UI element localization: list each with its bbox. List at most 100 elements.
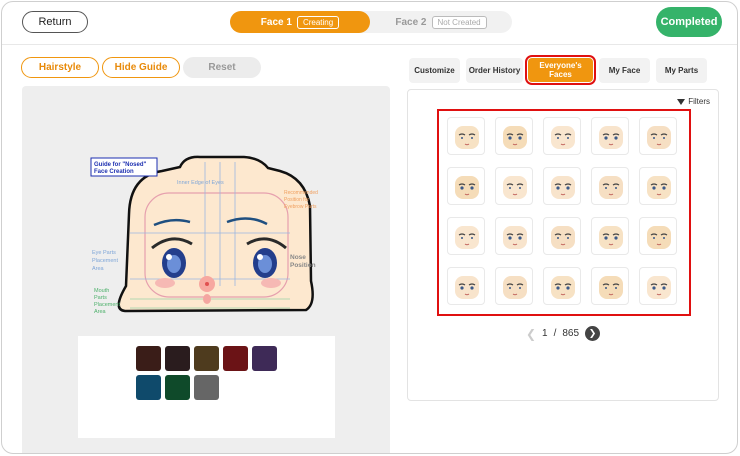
face-thumbnail-icon xyxy=(455,126,479,149)
face-thumbnail-icon xyxy=(599,276,623,299)
mouth xyxy=(203,294,211,304)
face-thumbnail[interactable] xyxy=(543,217,581,255)
tab-order-history[interactable]: Order History xyxy=(466,58,523,83)
mouth-area-label: Area xyxy=(94,309,107,315)
status-badge: Not Created xyxy=(431,15,487,29)
tab-face-2-label: Face 2 xyxy=(395,16,427,28)
tab-my-parts[interactable]: My Parts xyxy=(656,58,707,83)
face-thumbnail[interactable] xyxy=(447,267,485,305)
face-thumbnail[interactable] xyxy=(495,117,533,155)
face-thumbnail[interactable] xyxy=(447,217,485,255)
face-thumbnail[interactable] xyxy=(495,217,533,255)
mouth-area-label: Parts xyxy=(94,295,107,301)
face-thumbnail[interactable] xyxy=(543,267,581,305)
color-swatch[interactable] xyxy=(165,375,190,400)
eyebrow-label: Position for xyxy=(284,197,309,203)
mouth-area-label: Mouth xyxy=(94,288,109,294)
header-divider xyxy=(2,44,737,45)
nose-label: Nose xyxy=(290,254,306,261)
page-separator: / xyxy=(553,328,557,339)
eyebrow-label: Eyebrow Parts xyxy=(284,204,317,210)
hide-guide-button[interactable]: Hide Guide xyxy=(102,57,180,78)
color-swatch[interactable] xyxy=(223,346,248,371)
face-thumbnail[interactable] xyxy=(591,217,629,255)
mouth-area-label: Placement xyxy=(94,302,120,308)
face-canvas[interactable]: Guide for "Nosed" Face Creation Inner Ed… xyxy=(22,86,390,453)
face-thumbnail-icon xyxy=(503,276,527,299)
tab-everyones-faces[interactable]: Everyone's Faces xyxy=(525,55,596,85)
face-thumbnail-icon xyxy=(455,276,479,299)
face-thumbnail[interactable] xyxy=(639,217,677,255)
filter-icon xyxy=(677,98,686,105)
eye-area-label: Area xyxy=(92,266,105,272)
face-thumbnail[interactable] xyxy=(543,167,581,205)
inner-edge-label: Inner Edge of Eyes xyxy=(177,180,224,186)
filters-button[interactable]: Filters xyxy=(677,97,710,106)
face-thumbnail[interactable] xyxy=(591,117,629,155)
guide-title: Guide for "Nosed" xyxy=(94,162,147,168)
face-thumbnail-icon xyxy=(599,176,623,199)
face-thumbnail[interactable] xyxy=(591,267,629,305)
face-thumbnail-icon xyxy=(599,126,623,149)
next-page-icon[interactable]: ❯ xyxy=(585,326,601,341)
eye-area-label: Placement xyxy=(92,258,118,264)
color-swatch[interactable] xyxy=(194,346,219,371)
face-thumbnail-icon xyxy=(455,226,479,249)
filters-label: Filters xyxy=(688,97,710,106)
face-thumbnail-icon xyxy=(647,276,671,299)
color-swatch[interactable] xyxy=(136,346,161,371)
face-thumbnail-icon xyxy=(551,126,575,149)
face-thumbnail-icon xyxy=(551,226,575,249)
eyebrow-label: Recommended xyxy=(284,190,318,196)
face-tabs: Face 1 Creating Face 2 Not Created xyxy=(230,11,512,33)
color-swatch[interactable] xyxy=(165,346,190,371)
face-thumbnail-icon xyxy=(503,226,527,249)
face-guide-illustration: Guide for "Nosed" Face Creation Inner Ed… xyxy=(90,155,318,315)
face-thumbnail[interactable] xyxy=(639,267,677,305)
tab-face-1-label: Face 1 xyxy=(260,16,292,28)
eye-area-label: Eye Parts xyxy=(92,250,116,256)
face-thumbnail[interactable] xyxy=(495,267,533,305)
pagination: ❮ 1 / 865 ❯ xyxy=(408,326,718,341)
face-thumbnail-icon xyxy=(551,176,575,199)
return-button[interactable]: Return xyxy=(22,11,88,33)
face-thumbnail-icon xyxy=(455,176,479,199)
nose-dot xyxy=(205,282,209,286)
face-thumbnail-icon xyxy=(599,226,623,249)
face-thumbnail-icon xyxy=(647,126,671,149)
face-thumbnail[interactable] xyxy=(639,167,677,205)
color-swatch[interactable] xyxy=(252,346,277,371)
completed-button[interactable]: Completed xyxy=(656,7,722,37)
hairstyle-button[interactable]: Hairstyle xyxy=(21,57,99,78)
face-thumbnail[interactable] xyxy=(639,117,677,155)
face-thumbnail-icon xyxy=(647,226,671,249)
guide-title: Face Creation xyxy=(94,169,134,175)
prev-page-icon[interactable]: ❮ xyxy=(526,327,536,341)
total-pages: 865 xyxy=(562,328,580,339)
face-thumbnail-icon xyxy=(647,176,671,199)
face-thumbnail-icon xyxy=(551,276,575,299)
tab-everyones-faces-label: Everyone's Faces xyxy=(539,61,582,79)
face-thumbnail[interactable] xyxy=(447,167,485,205)
tab-my-face[interactable]: My Face xyxy=(599,58,650,83)
current-page: 1 xyxy=(542,328,548,339)
face-thumbnail-icon xyxy=(503,176,527,199)
nose-label: Position xyxy=(290,262,316,269)
reset-button[interactable]: Reset xyxy=(183,57,261,78)
status-badge: Creating xyxy=(296,15,340,29)
tab-customize[interactable]: Customize xyxy=(409,58,460,83)
face-thumbnail[interactable] xyxy=(543,117,581,155)
color-swatch[interactable] xyxy=(136,375,161,400)
face-thumbnail[interactable] xyxy=(495,167,533,205)
face-thumbnail-icon xyxy=(503,126,527,149)
face-thumbnail[interactable] xyxy=(447,117,485,155)
app-window: Return Face 1 Creating Face 2 Not Create… xyxy=(1,1,738,454)
face-thumbnail[interactable] xyxy=(591,167,629,205)
color-swatch[interactable] xyxy=(194,375,219,400)
right-blush xyxy=(261,278,281,288)
left-blush xyxy=(155,278,175,288)
tab-face-1[interactable]: Face 1 Creating xyxy=(230,11,370,33)
faces-list-panel: Filters ❮ 1 / 865 ❯ xyxy=(407,89,719,401)
tab-face-2[interactable]: Face 2 Not Created xyxy=(370,11,512,33)
left-eye-highlight xyxy=(166,254,172,260)
